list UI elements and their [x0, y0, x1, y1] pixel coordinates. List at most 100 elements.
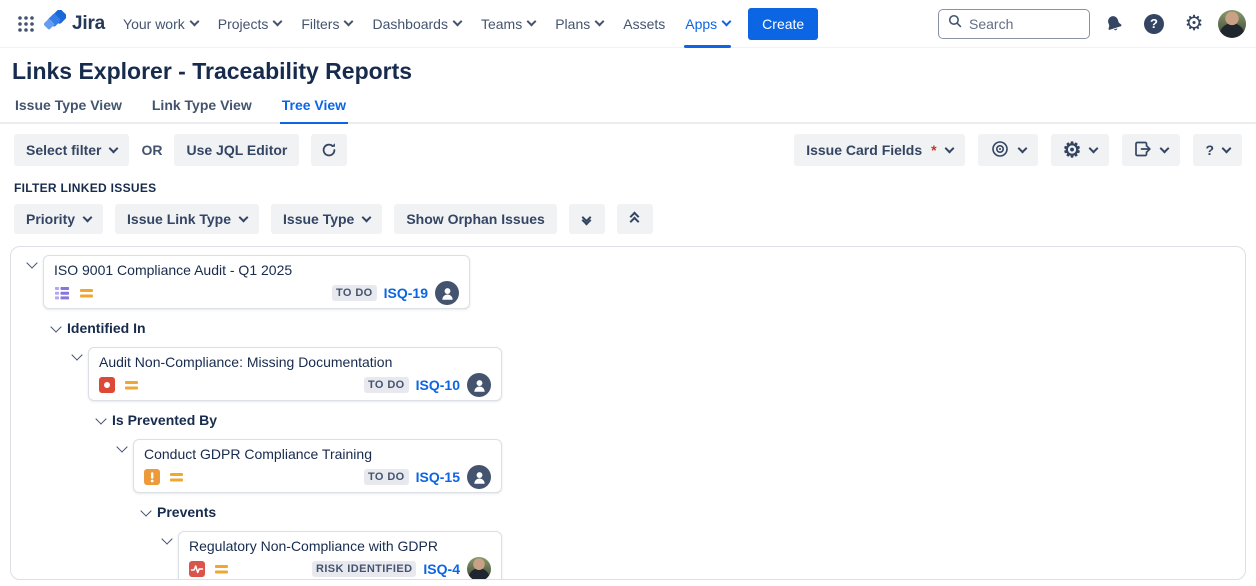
link-type-row: Prevents	[142, 504, 1245, 520]
required-asterisk: *	[931, 142, 936, 158]
collapse-chevron-icon[interactable]	[140, 505, 151, 516]
settings-dropdown[interactable]: ⚙	[1051, 134, 1110, 166]
create-button[interactable]: Create	[748, 8, 818, 40]
issue-type-filter-label: Issue Type	[283, 211, 354, 227]
view-tabs: Issue Type View Link Type View Tree View	[0, 97, 1256, 124]
show-orphan-issues-button[interactable]: Show Orphan Issues	[394, 204, 556, 234]
nav-item-label: Your work	[123, 16, 185, 32]
link-type-row: Identified In	[52, 320, 1245, 336]
help-label: ?	[1205, 142, 1214, 158]
search-icon	[948, 14, 962, 33]
status-badge: TO DO	[364, 469, 409, 485]
assignee-avatar[interactable]	[467, 557, 491, 580]
collapse-chevron-icon[interactable]	[161, 533, 172, 544]
view-options-dropdown[interactable]	[978, 134, 1038, 166]
user-avatar[interactable]	[1218, 10, 1246, 38]
chevron-down-icon	[239, 212, 249, 222]
nav-item-label: Apps	[685, 16, 717, 32]
chevron-down-icon	[189, 17, 199, 27]
jira-logo[interactable]: Jira	[42, 10, 113, 37]
help-dropdown[interactable]: ?	[1193, 134, 1242, 166]
issue-card-isq-4[interactable]: Regulatory Non-Compliance with GDPR RISK…	[178, 531, 502, 580]
issue-card-isq-19[interactable]: ISO 9001 Compliance Audit - Q1 2025 TO D…	[43, 255, 470, 309]
collapse-chevron-icon[interactable]	[116, 441, 127, 452]
assignee-avatar[interactable]	[435, 281, 459, 305]
collapse-chevron-icon[interactable]	[50, 321, 61, 332]
nav-item-teams[interactable]: Teams	[471, 8, 545, 40]
nav-item-apps[interactable]: Apps	[675, 8, 740, 40]
issue-card-meta: RISK IDENTIFIED ISQ-4	[189, 557, 491, 580]
refresh-button[interactable]	[311, 134, 347, 166]
main-toolbar: Select filter OR Use JQL Editor Issue Ca…	[14, 134, 1242, 166]
use-jql-editor-button[interactable]: Use JQL Editor	[174, 134, 299, 166]
issue-key-link[interactable]: ISQ-10	[416, 377, 460, 393]
issue-card-right: TO DO ISQ-10	[364, 373, 491, 397]
issue-card-isq-15[interactable]: Conduct GDPR Compliance Training TO DO I…	[133, 439, 502, 493]
notifications-bell-icon[interactable]	[1098, 8, 1130, 40]
traceability-tree-panel: ISO 9001 Compliance Audit - Q1 2025 TO D…	[10, 246, 1246, 580]
chevron-down-icon	[109, 143, 119, 153]
issue-type-filter-dropdown[interactable]: Issue Type	[271, 204, 382, 234]
link-type-label: Is Prevented By	[112, 412, 217, 428]
chevron-down-icon	[83, 212, 93, 222]
settings-gear-icon[interactable]: ⚙	[1178, 8, 1210, 40]
chevron-down-icon	[1160, 143, 1170, 153]
tree-node-row: Audit Non-Compliance: Missing Documentat…	[73, 347, 1245, 401]
collapse-chevron-icon[interactable]	[26, 257, 37, 268]
select-filter-label: Select filter	[26, 142, 101, 158]
nav-item-assets[interactable]: Assets	[613, 8, 675, 40]
nav-item-dashboards[interactable]: Dashboards	[362, 8, 471, 40]
nav-item-filters[interactable]: Filters	[291, 8, 362, 40]
nav-item-label: Plans	[555, 16, 590, 32]
search-input[interactable]	[969, 16, 1080, 32]
tab-link-type-view[interactable]: Link Type View	[150, 97, 254, 124]
assignee-avatar[interactable]	[467, 465, 491, 489]
collapse-chevron-icon[interactable]	[95, 413, 106, 424]
expand-all-button[interactable]	[569, 204, 605, 234]
chevron-down-icon	[1222, 143, 1232, 153]
link-type-label: Identified In	[67, 320, 146, 336]
link-type-label: Prevents	[157, 504, 216, 520]
nav-item-your-work[interactable]: Your work	[113, 8, 208, 40]
chevron-down-icon	[453, 17, 463, 27]
chevron-down-icon	[1089, 143, 1099, 153]
medium-priority-icon	[123, 377, 139, 393]
issue-card-fields-dropdown[interactable]: Issue Card Fields *	[794, 134, 964, 166]
global-search[interactable]	[938, 9, 1090, 39]
chevron-down-icon	[595, 17, 605, 27]
toolbar-left: Select filter OR Use JQL Editor	[14, 134, 347, 166]
top-navigation: Jira Your work Projects Filters Dashboar…	[0, 0, 1256, 48]
app-switcher-icon[interactable]	[10, 8, 42, 40]
export-dropdown[interactable]	[1122, 134, 1180, 166]
issue-card-isq-10[interactable]: Audit Non-Compliance: Missing Documentat…	[88, 347, 502, 401]
issue-key-link[interactable]: ISQ-15	[416, 469, 460, 485]
nav-item-plans[interactable]: Plans	[545, 8, 613, 40]
collapse-chevron-icon[interactable]	[71, 349, 82, 360]
select-filter-dropdown[interactable]: Select filter	[14, 134, 129, 166]
issue-key-link[interactable]: ISQ-19	[384, 285, 428, 301]
issue-link-type-filter-dropdown[interactable]: Issue Link Type	[115, 204, 259, 234]
primary-nav: Your work Projects Filters Dashboards Te…	[113, 8, 740, 40]
nav-item-label: Assets	[623, 16, 665, 32]
issue-summary: Audit Non-Compliance: Missing Documentat…	[99, 353, 491, 372]
chevron-down-icon	[273, 17, 283, 27]
issue-summary: ISO 9001 Compliance Audit - Q1 2025	[54, 261, 459, 280]
issue-card-meta: TO DO ISQ-10	[99, 373, 491, 397]
nav-item-label: Teams	[481, 16, 522, 32]
chevron-down-icon	[722, 17, 732, 27]
collapse-all-button[interactable]	[617, 204, 653, 234]
nav-item-projects[interactable]: Projects	[208, 8, 292, 40]
bug-issue-type-icon	[99, 377, 115, 393]
issue-card-right: TO DO ISQ-15	[364, 465, 491, 489]
tab-tree-view[interactable]: Tree View	[280, 97, 348, 124]
filter-linked-issues-heading: FILTER LINKED ISSUES	[14, 181, 1242, 195]
tab-issue-type-view[interactable]: Issue Type View	[13, 97, 124, 124]
issue-link-type-filter-label: Issue Link Type	[127, 211, 231, 227]
issue-key-link[interactable]: ISQ-4	[423, 561, 460, 577]
priority-filter-dropdown[interactable]: Priority	[14, 204, 103, 234]
issue-card-right: RISK IDENTIFIED ISQ-4	[312, 557, 491, 580]
assignee-avatar[interactable]	[467, 373, 491, 397]
issue-card-meta: TO DO ISQ-15	[144, 465, 491, 489]
help-icon[interactable]: ?	[1138, 8, 1170, 40]
nav-right-section: ? ⚙	[938, 8, 1246, 40]
